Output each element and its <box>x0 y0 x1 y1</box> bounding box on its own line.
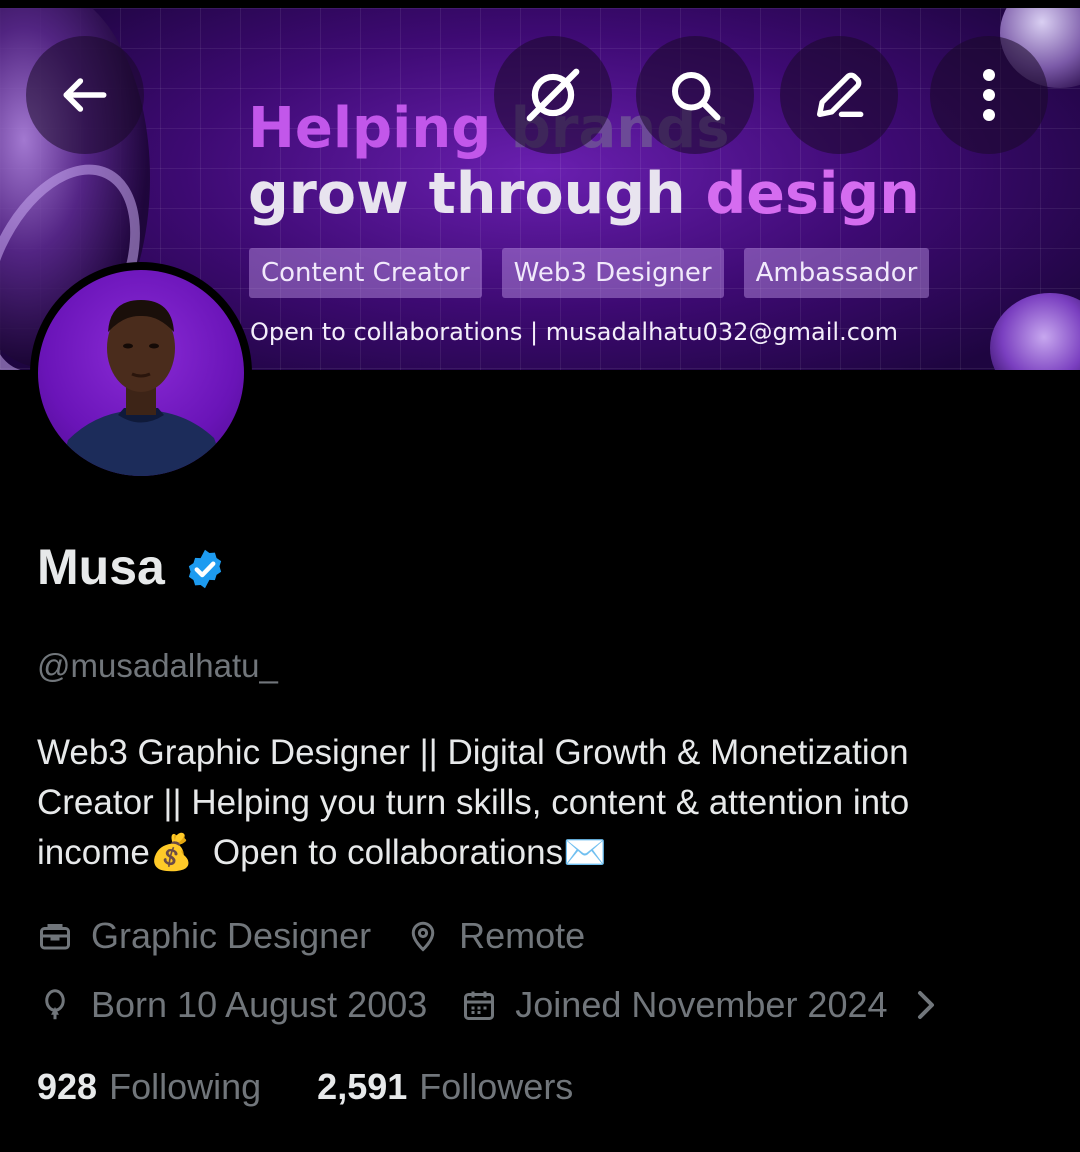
banner-headline-text: grow through <box>248 161 686 227</box>
banner-chip: Ambassador <box>743 248 930 298</box>
location-pin-icon <box>411 921 435 952</box>
followers-link[interactable]: 2,591 Followers <box>317 1066 573 1107</box>
money-bag-emoji: 💰 <box>149 833 194 872</box>
profile-name: Musa <box>37 539 165 595</box>
more-options-button[interactable] <box>930 36 1048 154</box>
profile-stats: 928 Following 2,591 Followers <box>37 1066 573 1108</box>
profile-handle: @musadalhatu_ <box>37 647 278 684</box>
followers-label: Followers <box>419 1066 574 1107</box>
back-button[interactable] <box>26 36 144 154</box>
following-link[interactable]: 928 Following <box>37 1066 271 1107</box>
banner-headline-accent: design <box>705 161 920 227</box>
search-button[interactable] <box>636 36 754 154</box>
profession-text: Graphic Designer <box>91 915 372 956</box>
bio-line: Web3 Graphic Designer || Digital Growth … <box>37 733 909 772</box>
following-count: 928 <box>37 1066 98 1107</box>
profile-name-row: Musa <box>37 538 227 596</box>
followers-count: 2,591 <box>317 1066 408 1107</box>
search-icon <box>672 72 721 121</box>
following-label: Following <box>109 1066 262 1107</box>
briefcase-icon <box>40 924 70 950</box>
bio-line: income💰 Open to collaborations✉️ <box>37 828 1047 878</box>
banner-chips: Content Creator Web3 Designer Ambassador <box>249 248 930 298</box>
joined-item[interactable]: Joined November 2024 <box>461 984 939 1026</box>
avatar-photo <box>38 270 244 476</box>
balloon-icon <box>45 989 65 1020</box>
edit-profile-button[interactable] <box>780 36 898 154</box>
envelope-emoji: ✉️ <box>563 833 607 872</box>
joined-text: Joined November 2024 <box>515 984 888 1025</box>
calendar-icon <box>464 991 495 1020</box>
location-text: Remote <box>459 915 586 956</box>
birthday-text: Born 10 August 2003 <box>91 984 428 1025</box>
grok-icon <box>526 68 580 122</box>
profile-meta-row: Graphic Designer Remote <box>37 915 585 957</box>
more-vertical-icon <box>983 69 995 121</box>
bio-text: Open to collaborations <box>212 833 564 872</box>
chevron-right-icon[interactable] <box>912 989 940 1021</box>
avatar[interactable] <box>30 262 252 484</box>
profession-item: Graphic Designer <box>37 915 371 957</box>
edit-icon <box>817 72 864 117</box>
profile-meta-row: Born 10 August 2003 Joined November 2024 <box>37 984 940 1026</box>
banner-chip: Content Creator <box>249 248 482 298</box>
grok-button[interactable] <box>494 36 612 154</box>
banner-contact: Open to collaborations | musadalhatu032@… <box>250 318 898 346</box>
bio-line: Creator || Helping you turn skills, cont… <box>37 783 910 822</box>
verified-badge-icon[interactable] <box>183 547 227 591</box>
arrow-left-icon <box>63 78 107 112</box>
banner-headline-line2: grow through design <box>248 161 920 227</box>
banner-chip: Web3 Designer <box>501 248 724 298</box>
birthday-item: Born 10 August 2003 <box>37 984 427 1026</box>
profile-bio: Web3 Graphic Designer || Digital Growth … <box>37 728 1047 878</box>
location-item: Remote <box>405 915 585 957</box>
banner-headline-word: Helping <box>248 96 492 161</box>
bio-text: income <box>37 833 150 872</box>
avatar-portrait <box>58 300 228 476</box>
